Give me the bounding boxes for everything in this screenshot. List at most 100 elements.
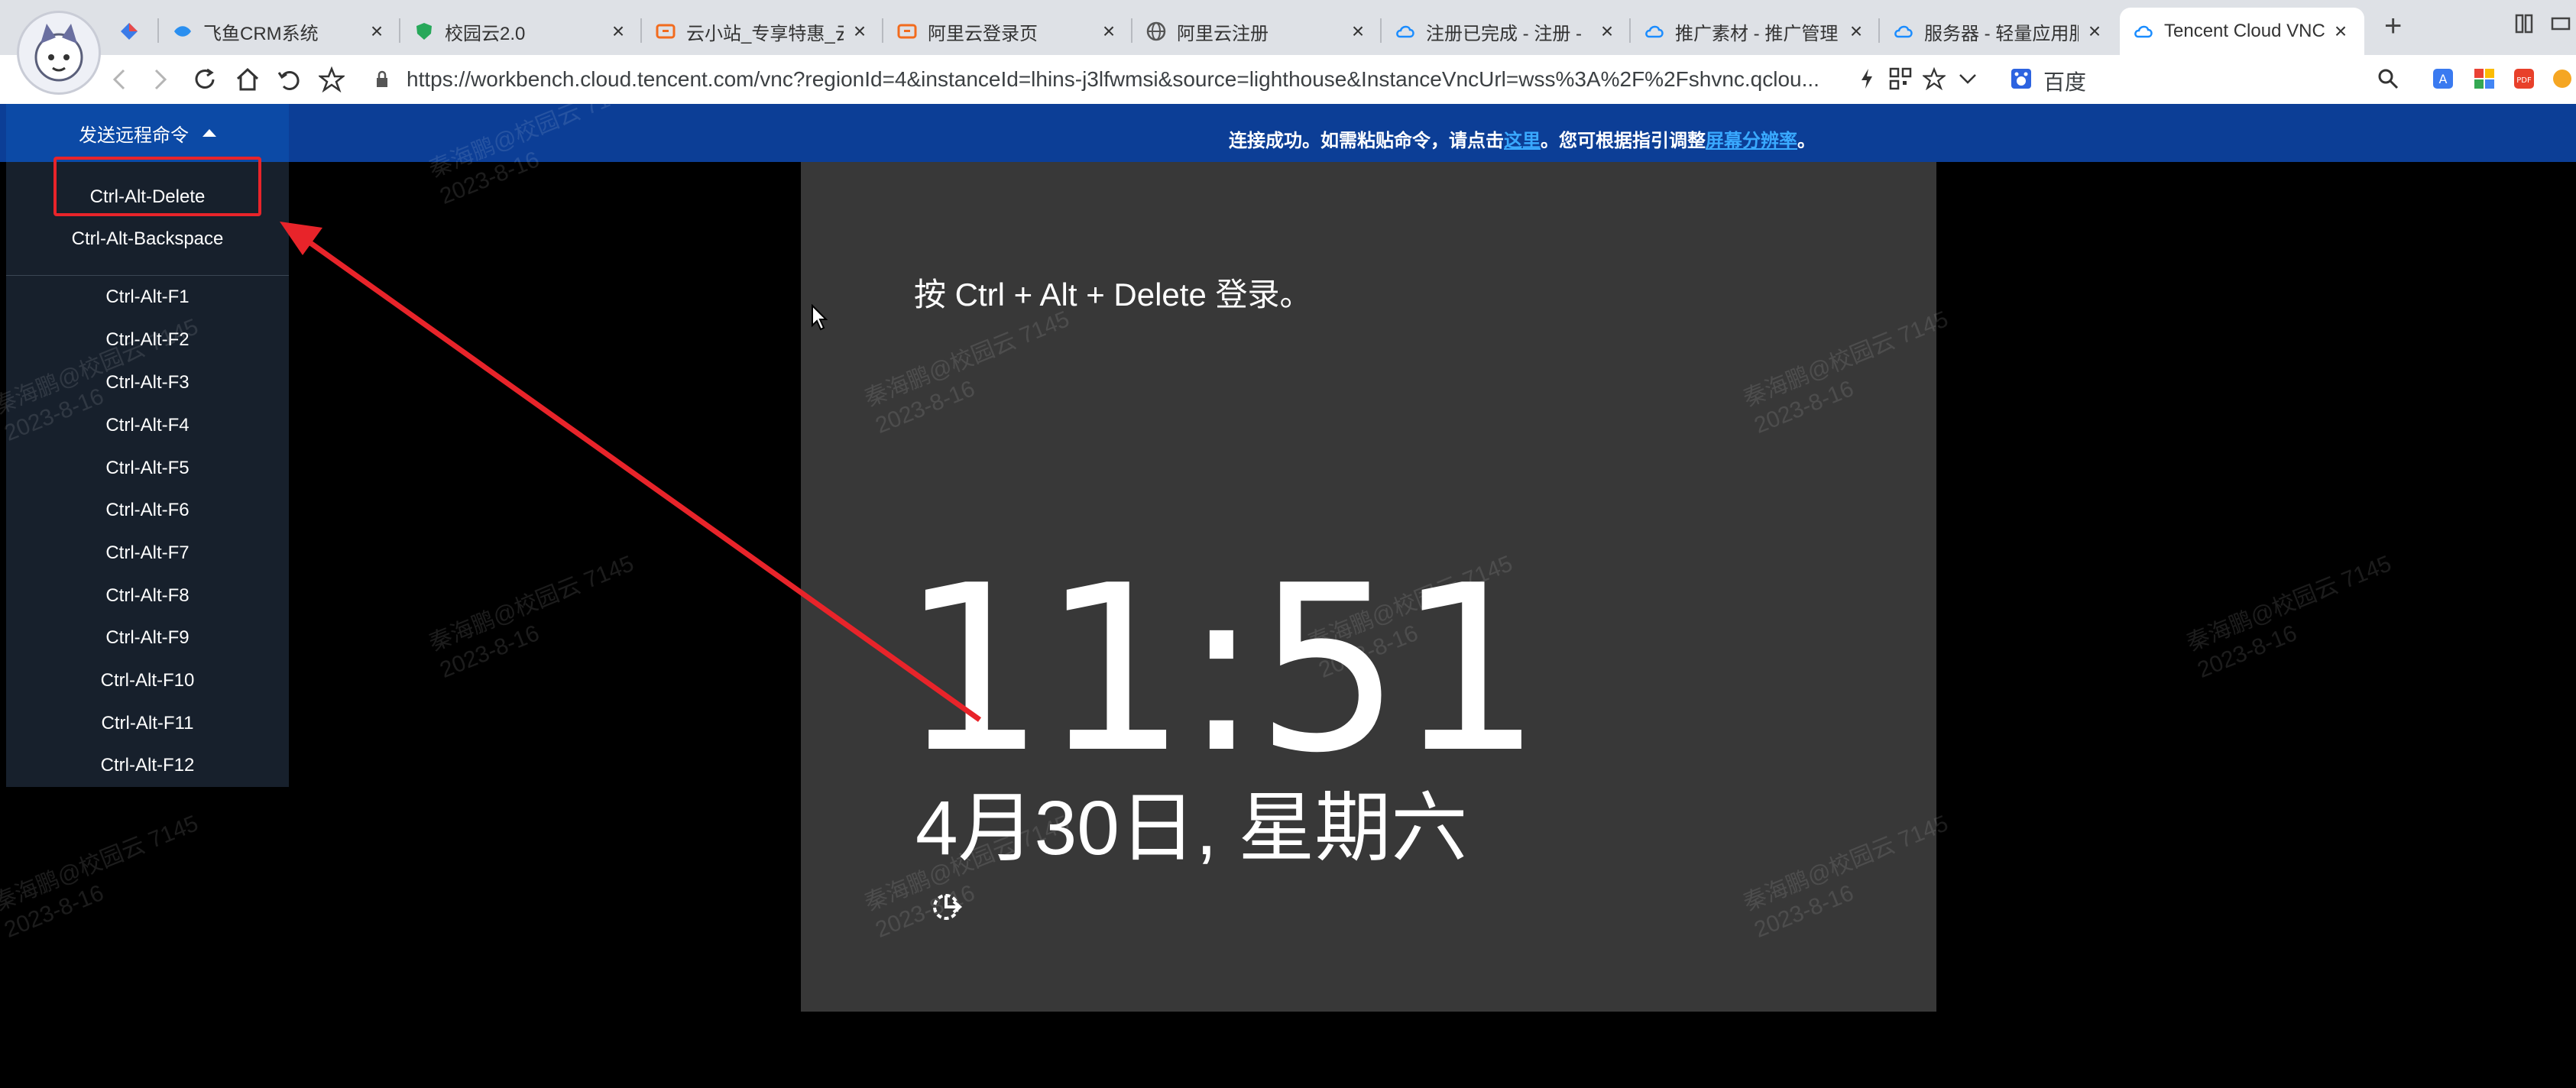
search-engine-label[interactable]: 百度 xyxy=(2043,66,2086,96)
tencent-cloud-icon xyxy=(2134,21,2153,41)
browser-profile-avatar[interactable] xyxy=(17,11,101,95)
svg-text:A: A xyxy=(2439,72,2448,86)
tab-close-icon[interactable]: × xyxy=(608,19,628,44)
night-mode-icon[interactable] xyxy=(2549,66,2575,92)
cmd-ctrl-alt-f9[interactable]: Ctrl-Alt-F9 xyxy=(6,617,289,659)
cmd-ctrl-alt-f1[interactable]: Ctrl-Alt-F1 xyxy=(6,277,289,318)
watermark: 秦海鹏@校园云 7145 2023-8-16 xyxy=(425,551,638,683)
browser-tab-bar: 飞鱼CRM系统 × 校园云2.0 × 云小站_专享特惠_云 × 阿里云登录页 ×… xyxy=(0,0,2576,95)
cmd-ctrl-alt-backspace[interactable]: Ctrl-Alt-Backspace xyxy=(6,219,289,260)
tab-label: 校园云2.0 xyxy=(445,23,526,44)
chevron-down-icon[interactable] xyxy=(1955,66,1981,92)
tab-close-icon[interactable]: × xyxy=(1846,19,1866,44)
kite-icon xyxy=(119,21,139,41)
home-icon[interactable] xyxy=(231,63,264,96)
favorite-star-icon[interactable] xyxy=(1921,66,1947,92)
shield-icon xyxy=(414,21,434,41)
caret-up-icon xyxy=(203,129,216,137)
apps-grid-icon[interactable] xyxy=(2471,66,2497,92)
paste-command-link[interactable]: 这里 xyxy=(1504,131,1541,151)
tab-aliyun-login[interactable]: 阿里云登录页 × xyxy=(883,8,1132,55)
cmd-ctrl-alt-f8[interactable]: Ctrl-Alt-F8 xyxy=(6,575,289,617)
address-bar[interactable]: https://workbench.cloud.tencent.com/vnc?… xyxy=(407,64,1866,95)
tab-close-icon[interactable]: × xyxy=(2331,19,2351,44)
tab-search-icon[interactable] xyxy=(2514,12,2534,40)
screen-resolution-link[interactable]: 屏幕分辨率 xyxy=(1706,131,1797,151)
cmd-ctrl-alt-f4[interactable]: Ctrl-Alt-F4 xyxy=(6,405,289,446)
tab-close-icon[interactable]: × xyxy=(1348,19,1368,44)
tab-close-icon[interactable]: × xyxy=(367,19,387,44)
cmd-ctrl-alt-f12[interactable]: Ctrl-Alt-F12 xyxy=(6,745,289,786)
undo-icon[interactable] xyxy=(272,63,306,96)
cmd-ctrl-alt-f2[interactable]: Ctrl-Alt-F2 xyxy=(6,319,289,361)
tab-yunxiaozhan[interactable]: 云小站_专享特惠_云 × xyxy=(642,8,883,55)
status-text: 连接成功。如需粘贴命令，请点击 xyxy=(1229,131,1504,151)
translate-icon[interactable]: A xyxy=(2430,66,2456,92)
cmd-ctrl-alt-f7[interactable]: Ctrl-Alt-F7 xyxy=(6,533,289,574)
watermark: 秦海鹏@校园云 7145 2023-8-16 xyxy=(0,811,203,943)
cmd-ctrl-alt-f10[interactable]: Ctrl-Alt-F10 xyxy=(6,660,289,701)
tencent-cloud-icon xyxy=(1395,21,1415,41)
tencent-cloud-icon xyxy=(1894,21,1913,41)
lock-icon xyxy=(373,63,391,96)
tab-close-icon[interactable]: × xyxy=(1597,19,1617,44)
tab-label: Tencent Cloud VNC xyxy=(2164,21,2325,41)
cmd-ctrl-alt-f5[interactable]: Ctrl-Alt-F5 xyxy=(6,448,289,489)
ease-of-access-icon[interactable] xyxy=(929,886,967,924)
tab-close-icon[interactable]: × xyxy=(850,19,870,44)
watermark: 秦海鹏@校园云 7145 2023-8-16 xyxy=(2182,551,2396,683)
annotation-highlight-box xyxy=(53,157,261,216)
tab-label: 阿里云注册 xyxy=(1177,23,1269,44)
cmd-ctrl-alt-f11[interactable]: Ctrl-Alt-F11 xyxy=(6,703,289,744)
tab-label: 阿里云登录页 xyxy=(928,23,1038,44)
qr-code-icon[interactable] xyxy=(1887,66,1913,92)
tab-feiyu-crm[interactable]: 飞鱼CRM系统 × xyxy=(159,8,400,55)
aliyun-icon xyxy=(897,21,917,41)
tab-label: 推广素材 - 推广管理 xyxy=(1675,23,1839,44)
vnc-status-bar: 连接成功。如需粘贴命令，请点击这里。您可根据指引调整屏幕分辨率。 xyxy=(0,104,2576,162)
remote-lock-screen[interactable]: 按 Ctrl + Alt + Delete 登录。 11:51 4月30日, 星… xyxy=(801,162,1936,1012)
flash-icon[interactable] xyxy=(1854,66,1880,92)
bookmark-star-icon[interactable] xyxy=(315,63,348,96)
pdf-icon[interactable]: PDF xyxy=(2511,66,2537,92)
mouse-cursor-icon xyxy=(811,303,829,335)
tab-label: 云小站_专享特惠_云 xyxy=(686,23,844,44)
status-text: 。您可根据指引调整 xyxy=(1541,131,1706,151)
tab-kite[interactable] xyxy=(105,8,159,55)
search-icon[interactable] xyxy=(2375,66,2401,92)
tab-label: 服务器 - 轻量应用服 xyxy=(1924,23,2079,44)
tab-lighthouse-server[interactable]: 服务器 - 轻量应用服 × xyxy=(1880,8,2118,55)
tab-register-complete[interactable]: 注册已完成 - 注册 - × xyxy=(1382,8,1631,55)
browser-toolbar: https://workbench.cloud.tencent.com/vnc?… xyxy=(0,55,2576,105)
login-prompt: 按 Ctrl + Alt + Delete 登录。 xyxy=(914,277,1312,312)
menu-divider xyxy=(6,275,289,276)
forward-icon[interactable] xyxy=(144,63,177,96)
address-text: https://workbench.cloud.tencent.com/vnc?… xyxy=(407,67,1819,91)
tab-close-icon[interactable]: × xyxy=(1099,19,1119,44)
lock-screen-time: 11:51 xyxy=(900,536,1543,803)
send-remote-command-button[interactable]: 发送远程命令 xyxy=(6,104,289,162)
tab-aliyun-register[interactable]: 阿里云注册 × xyxy=(1132,8,1382,55)
new-tab-button[interactable]: + xyxy=(2384,9,2402,44)
menu-title: 发送远程命令 xyxy=(79,125,189,146)
svg-text:PDF: PDF xyxy=(2516,76,2532,85)
lock-screen-date: 4月30日, 星期六 xyxy=(915,785,1468,871)
fish-icon xyxy=(173,21,193,41)
cmd-ctrl-alt-f3[interactable]: Ctrl-Alt-F3 xyxy=(6,362,289,403)
tab-xiaoyuanyun[interactable]: 校园云2.0 × xyxy=(400,8,642,55)
vnc-connection-message: 连接成功。如需粘贴命令，请点击这里。您可根据指引调整屏幕分辨率。 xyxy=(1229,125,1816,152)
back-icon[interactable] xyxy=(102,63,136,96)
tab-label: 注册已完成 - 注册 - xyxy=(1426,23,1582,44)
baidu-icon[interactable] xyxy=(2008,66,2034,92)
tab-tencent-vnc[interactable]: Tencent Cloud VNC × xyxy=(2120,8,2364,55)
globe-icon xyxy=(1146,21,1166,41)
tab-close-icon[interactable]: × xyxy=(2085,19,2105,44)
status-text: 。 xyxy=(1797,131,1816,151)
window-minimize-icon[interactable] xyxy=(2549,12,2572,40)
tab-label: 飞鱼CRM系统 xyxy=(203,23,319,44)
aliyun-icon xyxy=(656,21,676,41)
tencent-cloud-icon xyxy=(1644,21,1664,41)
reload-icon[interactable] xyxy=(188,63,222,96)
cmd-ctrl-alt-f6[interactable]: Ctrl-Alt-F6 xyxy=(6,490,289,531)
tab-promo-material[interactable]: 推广素材 - 推广管理 × xyxy=(1631,8,1880,55)
